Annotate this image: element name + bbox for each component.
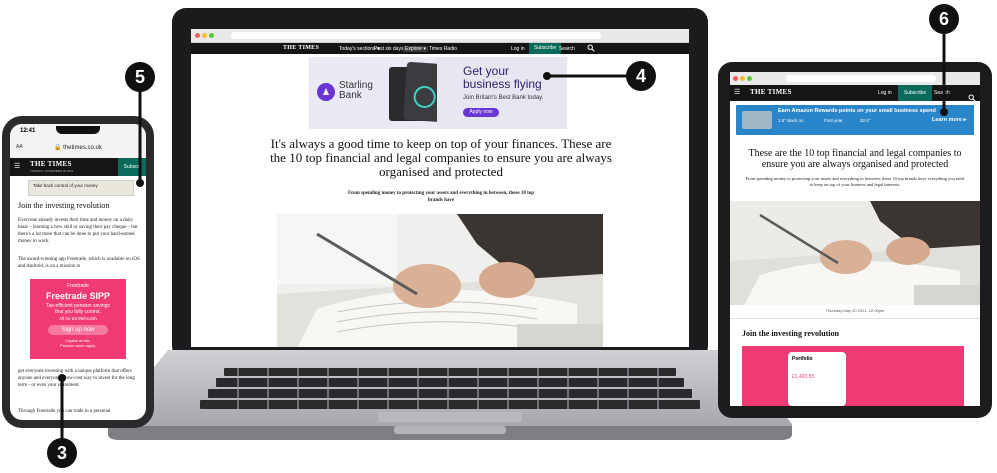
- callout-3: 3: [47, 438, 77, 468]
- callout-6: 6: [929, 4, 959, 34]
- callout-5: 5: [125, 62, 155, 92]
- callout-4: 4: [626, 61, 656, 91]
